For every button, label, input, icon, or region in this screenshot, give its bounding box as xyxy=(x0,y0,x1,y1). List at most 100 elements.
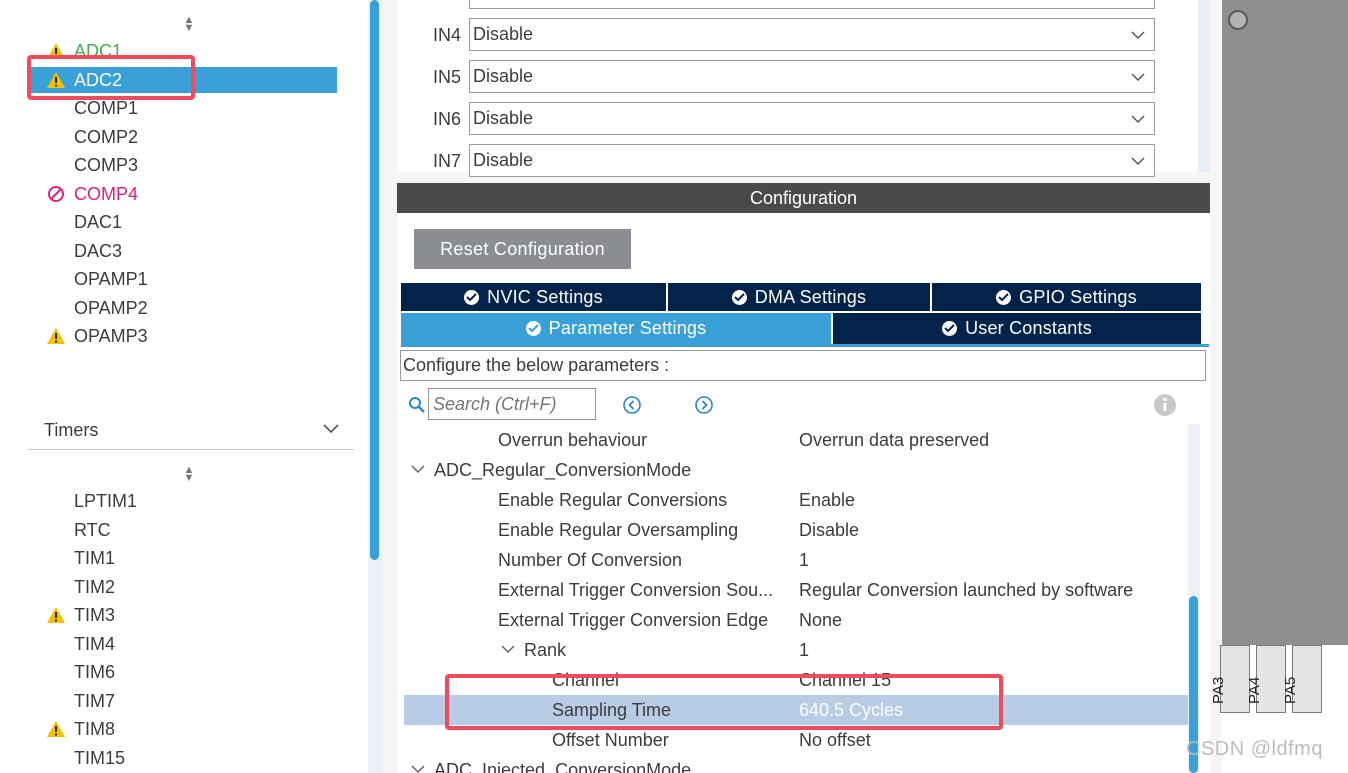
list-item-tim1[interactable]: TIM1 xyxy=(28,545,337,571)
tab-parameter-settings[interactable]: Parameter Settings xyxy=(401,313,831,344)
parameter-row[interactable]: Number Of Conversion 1 xyxy=(404,545,1188,575)
input-mode-select[interactable]: Disable xyxy=(469,102,1155,135)
list-item-tim15[interactable]: TIM15 xyxy=(28,745,337,771)
sort-icon[interactable]: ▲ ▼ xyxy=(182,15,196,34)
input-mode-select[interactable]: Disable xyxy=(469,18,1155,51)
parameter-name: External Trigger Conversion Sou... xyxy=(498,580,774,600)
list-item-dac1[interactable]: DAC1 xyxy=(28,209,337,235)
parameter-name: ADC_Injected_ConversionMode xyxy=(434,760,692,773)
in3-select-partial[interactable] xyxy=(469,0,1155,9)
select-value: Disable xyxy=(473,24,534,44)
parameter-value[interactable]: Regular Conversion launched by software xyxy=(799,575,1133,605)
list-item-label: COMP2 xyxy=(74,126,139,147)
list-item-label: TIM15 xyxy=(74,747,126,768)
parameter-name: ADC_Regular_ConversionMode xyxy=(434,460,692,480)
list-item-opamp1[interactable]: OPAMP1 xyxy=(28,266,337,292)
check-circle-icon xyxy=(996,290,1012,305)
parameter-row[interactable]: Enable Regular Oversampling Disable xyxy=(404,515,1188,545)
select-value: Disable xyxy=(473,66,534,86)
list-item-comp3[interactable]: COMP3 xyxy=(28,152,337,178)
left-scrollbar-thumb[interactable] xyxy=(370,0,379,560)
parameter-value[interactable]: Enable xyxy=(799,485,855,515)
input-mode-select[interactable]: Disable xyxy=(469,60,1155,93)
previous-icon[interactable] xyxy=(622,395,642,415)
input-mode-select[interactable]: Disable xyxy=(469,144,1155,177)
parameter-value[interactable]: Overrun data preserved xyxy=(799,425,989,455)
parameter-value[interactable]: Disable xyxy=(799,515,859,545)
list-item-label: OPAMP2 xyxy=(74,297,148,318)
list-item-tim2[interactable]: TIM2 xyxy=(28,574,337,600)
parameter-name: Number Of Conversion xyxy=(498,550,683,570)
parameter-row[interactable]: ADC_Regular_ConversionMode xyxy=(404,455,1188,485)
chip-body[interactable] xyxy=(1222,0,1348,645)
input-label: IN7 xyxy=(433,151,462,171)
list-item-label: OPAMP3 xyxy=(74,326,148,346)
list-item-comp2[interactable]: COMP2 xyxy=(28,124,337,150)
parameter-row[interactable]: External Trigger Conversion Sou... Regula… xyxy=(404,575,1188,605)
parameter-name: Overrun behaviour xyxy=(498,430,648,450)
chevron-down-icon[interactable] xyxy=(410,463,426,475)
list-item-comp4[interactable]: COMP4 xyxy=(28,181,337,207)
parameter-row[interactable]: Overrun behaviour Overrun data preserved xyxy=(404,425,1188,455)
watermark: CSDN @ldfmq xyxy=(1186,738,1323,760)
tab-nvic-settings[interactable]: NVIC Settings xyxy=(401,283,666,311)
list-item-label: TIM7 xyxy=(74,690,116,711)
chip-pin-pa5[interactable]: PA5 xyxy=(1282,645,1322,713)
component-list-panel: ▲ ▼ ADC1 ADC2 COMP1 COMP2 COMP3 COMP4 DAC1 DAC3 O… xyxy=(0,0,368,773)
list-item-opamp2[interactable]: OPAMP2 xyxy=(28,295,337,321)
list-item-tim8[interactable]: TIM8 xyxy=(28,716,337,742)
list-item-label: TIM8 xyxy=(74,719,116,739)
chevron-down-icon xyxy=(1131,157,1145,166)
chevron-down-icon[interactable] xyxy=(410,763,426,773)
tab-label: DMA Settings xyxy=(754,287,867,307)
chevron-down-icon xyxy=(323,424,339,434)
parameter-row[interactable]: ADC_Injected_ConversionMode xyxy=(404,755,1188,773)
info-icon[interactable] xyxy=(1153,393,1177,417)
list-item-label: TIM6 xyxy=(74,662,116,682)
parameter-value[interactable]: None xyxy=(799,605,842,635)
parameter-row[interactable]: Rank 1 xyxy=(404,635,1188,665)
list-item-tim7[interactable]: TIM7 xyxy=(28,688,337,714)
chevron-down-icon xyxy=(1131,31,1145,40)
configure-description: Configure the below parameters : xyxy=(400,350,1206,381)
list-item-tim6[interactable]: TIM6 xyxy=(28,659,337,685)
timers-category-header[interactable]: Timers xyxy=(28,414,354,450)
pin-label: PA5 xyxy=(1282,676,1299,704)
list-item-tim3[interactable]: TIM3 xyxy=(28,602,337,628)
highlight-box-sampling-time xyxy=(445,674,1003,730)
list-item-opamp3[interactable]: OPAMP3 xyxy=(28,323,337,349)
list-item-dac3[interactable]: DAC3 xyxy=(28,238,337,264)
warning-icon xyxy=(47,721,65,737)
chevron-down-icon[interactable] xyxy=(500,643,516,655)
parameter-row[interactable]: External Trigger Conversion Edge None xyxy=(404,605,1188,635)
search-input[interactable] xyxy=(428,388,596,420)
parameter-row[interactable]: Enable Regular Conversions Enable xyxy=(404,485,1188,515)
tab-dma-settings[interactable]: DMA Settings xyxy=(668,283,930,311)
pin1-marker xyxy=(1228,10,1248,30)
tab-gpio-settings[interactable]: GPIO Settings xyxy=(932,283,1201,311)
list-item-rtc[interactable]: RTC xyxy=(28,517,337,543)
pin-label: PA3 xyxy=(1210,676,1227,704)
list-item-label: COMP3 xyxy=(74,155,139,175)
list-item-lptim1[interactable]: LPTIM1 xyxy=(28,488,337,514)
list-item-label: RTC xyxy=(74,519,111,540)
reset-configuration-button[interactable]: Reset Configuration xyxy=(414,229,631,269)
list-item-label: COMP4 xyxy=(74,183,139,204)
tab-label: Parameter Settings xyxy=(548,318,707,338)
parameter-value[interactable]: 1 xyxy=(799,635,809,665)
search-icon xyxy=(409,397,425,413)
input-label: IN6 xyxy=(433,109,462,129)
check-circle-icon xyxy=(464,290,480,305)
list-item-label: LPTIM1 xyxy=(74,491,138,511)
check-circle-icon xyxy=(731,290,747,305)
check-circle-icon xyxy=(525,321,541,336)
list-item-tim4[interactable]: TIM4 xyxy=(28,631,337,657)
tab-user-constants[interactable]: User Constants xyxy=(833,313,1201,344)
sort-icon[interactable]: ▲ ▼ xyxy=(182,465,196,484)
list-item-label: OPAMP1 xyxy=(74,269,148,289)
list-item-label: TIM3 xyxy=(74,605,116,625)
parameter-value[interactable]: 1 xyxy=(799,545,809,575)
mode-scrollbar[interactable] xyxy=(1198,0,1210,172)
parameter-name: External Trigger Conversion Edge xyxy=(498,610,769,630)
next-icon[interactable] xyxy=(694,395,714,415)
